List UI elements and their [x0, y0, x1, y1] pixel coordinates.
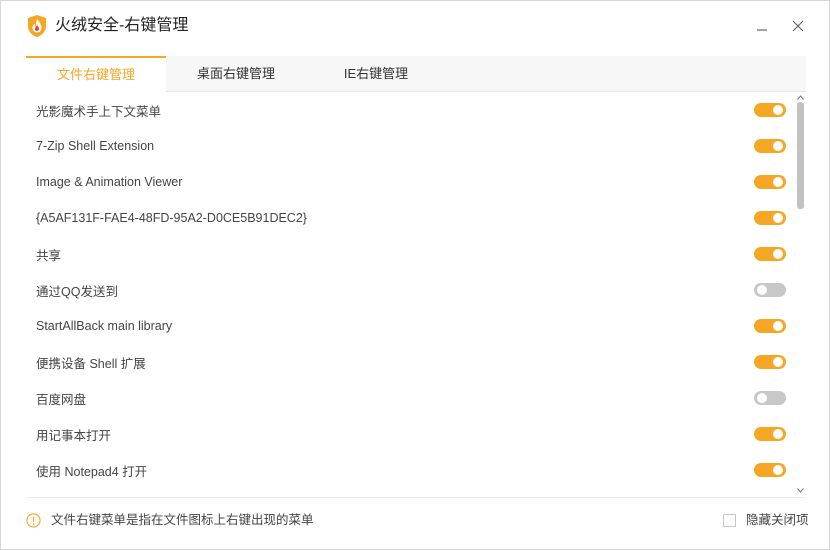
vertical-scrollbar[interactable]	[795, 92, 806, 495]
enable-toggle[interactable]	[754, 103, 786, 117]
hide-closed-label[interactable]: 隐藏关闭项	[746, 513, 809, 528]
list-item: 用记事本打开	[26, 416, 796, 452]
close-button[interactable]	[787, 15, 809, 37]
list-item-label: 便携设备 Shell 扩展	[36, 356, 146, 371]
list-item-label: 使用 Notepad4 打开	[36, 464, 148, 479]
list-item-label: 共享	[36, 248, 62, 263]
title-bar[interactable]: 火绒安全-右键管理	[1, 1, 829, 53]
toggle-knob	[773, 213, 783, 223]
toggle-knob	[773, 105, 783, 115]
window-title: 火绒安全-右键管理	[55, 17, 189, 34]
list-item: {A5AF131F-FAE4-48FD-95A2-D0CE5B91DEC2}	[26, 200, 796, 236]
list-item: 共享	[26, 236, 796, 272]
close-icon	[792, 20, 804, 32]
scroll-down-button[interactable]	[795, 485, 806, 495]
tab-file-context-menu[interactable]: 文件右键管理	[26, 56, 166, 92]
minimize-icon	[757, 29, 767, 31]
list-item: 7-Zip Shell Extension	[26, 128, 796, 164]
toggle-knob	[757, 285, 767, 295]
minimize-button[interactable]	[751, 15, 773, 37]
tab-ie-context-menu[interactable]: IE右键管理	[306, 56, 446, 92]
list-item: 通过QQ发送到	[26, 272, 796, 308]
enable-toggle[interactable]	[754, 175, 786, 189]
info-circle-icon	[26, 513, 41, 528]
list-item-label: 光影魔术手上下文菜单	[36, 104, 162, 119]
chevron-up-icon	[797, 94, 804, 100]
list-item-label: StartAllBack main library	[36, 319, 173, 333]
list-item-label: 百度网盘	[36, 392, 87, 407]
list-item-label: 7-Zip Shell Extension	[36, 139, 155, 153]
enable-toggle[interactable]	[754, 355, 786, 369]
list-item: 百度网盘	[26, 380, 796, 416]
enable-toggle[interactable]	[754, 319, 786, 333]
list-item: 光影魔术手上下文菜单	[26, 92, 796, 128]
tab-desktop-context-menu[interactable]: 桌面右键管理	[166, 56, 306, 92]
footer-hint: 文件右键菜单是指在文件图标上右键出现的菜单	[51, 513, 314, 527]
toggle-knob	[773, 141, 783, 151]
footer-divider	[26, 497, 806, 498]
chevron-down-icon	[797, 487, 804, 493]
context-menu-items: 光影魔术手上下文菜单 7-Zip Shell Extension Image & A…	[26, 92, 796, 488]
toggle-knob	[773, 357, 783, 367]
toggle-knob	[773, 249, 783, 259]
list-item-label: Image & Animation Viewer	[36, 175, 183, 189]
toggle-knob	[773, 321, 783, 331]
toggle-knob	[773, 177, 783, 187]
list-item-label: 通过QQ发送到	[36, 284, 118, 299]
list-item: 使用 Notepad4 打开	[26, 452, 796, 488]
scrollbar-thumb[interactable]	[797, 102, 804, 209]
enable-toggle[interactable]	[754, 391, 786, 405]
hide-closed-checkbox[interactable]	[723, 514, 736, 527]
list-item-label: 用记事本打开	[36, 428, 112, 443]
list-item: Image & Animation Viewer	[26, 164, 796, 200]
list-item: StartAllBack main library	[26, 308, 796, 344]
toggle-knob	[773, 429, 783, 439]
enable-toggle[interactable]	[754, 139, 786, 153]
enable-toggle[interactable]	[754, 463, 786, 477]
tab-bar: 文件右键管理 桌面右键管理 IE右键管理	[26, 56, 806, 92]
enable-toggle[interactable]	[754, 211, 786, 225]
enable-toggle[interactable]	[754, 427, 786, 441]
context-menu-list: 光影魔术手上下文菜单 7-Zip Shell Extension Image & A…	[26, 92, 806, 495]
toggle-knob	[757, 393, 767, 403]
toggle-knob	[773, 465, 783, 475]
scroll-up-button[interactable]	[795, 92, 806, 102]
list-item-label: {A5AF131F-FAE4-48FD-95A2-D0CE5B91DEC2}	[36, 211, 307, 225]
app-logo-icon	[28, 15, 46, 37]
enable-toggle[interactable]	[754, 283, 786, 297]
app-window: 火绒安全-右键管理 文件右键管理 桌面右键管理 IE右键管理 光影魔术手上下文菜…	[0, 0, 830, 550]
list-item: 便携设备 Shell 扩展	[26, 344, 796, 380]
enable-toggle[interactable]	[754, 247, 786, 261]
